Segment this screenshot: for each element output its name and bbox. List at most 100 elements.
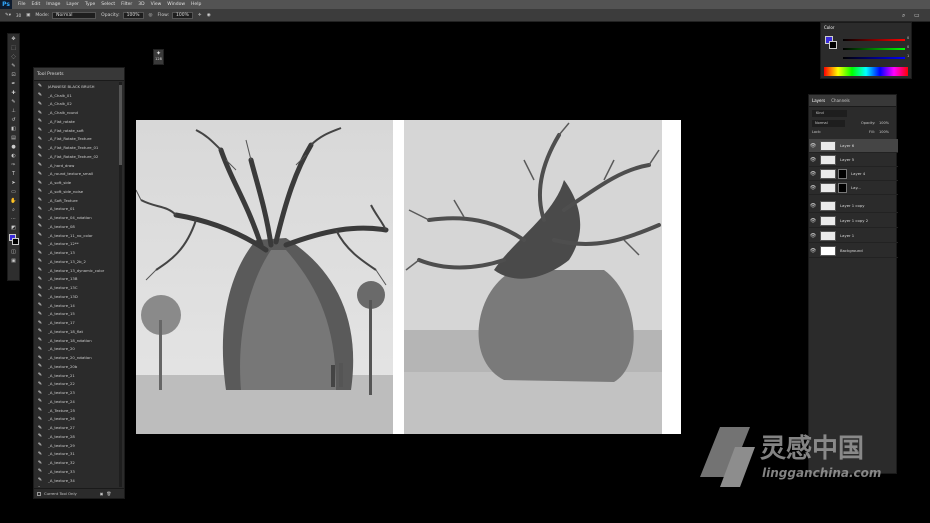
workspace-icon[interactable]: ▭	[914, 12, 920, 19]
tool-preset-item[interactable]: ✎ _A_texture_15	[34, 310, 120, 319]
airbrush-icon[interactable]: ✈	[198, 13, 202, 18]
search-icon[interactable]: ⌕	[902, 12, 905, 20]
gradient-tool-icon[interactable]: ▤	[8, 134, 19, 142]
tool-preset-item[interactable]: ✎ _A_texture_20b	[34, 362, 120, 371]
pressure-opacity-icon[interactable]: ◎	[149, 13, 153, 18]
blue-slider[interactable]	[843, 57, 905, 59]
green-slider[interactable]	[843, 48, 905, 50]
pressure-size-icon[interactable]: ◉	[207, 13, 211, 18]
color-swatches[interactable]	[8, 233, 19, 247]
visibility-eye-icon[interactable]: 👁	[809, 218, 817, 224]
tab-channels[interactable]: Channels	[831, 98, 850, 103]
tool-preset-item[interactable]: ✎ _A_soft_side	[34, 178, 120, 187]
tool-preset-item[interactable]: ✎ _A_texture_26	[34, 415, 120, 424]
fill-input[interactable]: 100%	[879, 130, 889, 134]
tool-preset-item[interactable]: ✎ _A_texture_17	[34, 318, 120, 327]
visibility-eye-icon[interactable]: 👁	[809, 248, 817, 254]
layer-mask-thumbnail[interactable]	[838, 182, 847, 193]
menu-image[interactable]: Image	[46, 2, 60, 7]
tool-preset-item[interactable]: ✎ _A_texture_32	[34, 458, 120, 467]
visibility-eye-icon[interactable]: 👁	[809, 143, 817, 149]
opacity-input[interactable]: 100%	[122, 11, 144, 19]
visibility-eye-icon[interactable]: 👁	[809, 171, 817, 177]
tool-preset-item[interactable]: ✎ _A_texture_33	[34, 467, 120, 476]
blur-tool-icon[interactable]: ●	[8, 143, 19, 151]
tool-preset-item[interactable]: ✎ _A_texture_12**	[34, 240, 120, 249]
tool-preset-item[interactable]: ✎ _A_Soft_Texture	[34, 196, 120, 205]
floating-brush-size-panel[interactable]: ✦ 128	[153, 49, 164, 65]
tool-preset-item[interactable]: ✎ _A_texture_13_2b_2	[34, 257, 120, 266]
layer-opacity-input[interactable]: 100%	[879, 121, 889, 125]
tool-preset-item[interactable]: ✎ _A_soft_side_noise	[34, 187, 120, 196]
tool-preset-item[interactable]: ✎ _Art_stamp_2	[34, 485, 120, 487]
clone-stamp-tool-icon[interactable]: ⊥	[8, 107, 19, 115]
quick-select-tool-icon[interactable]: ✎	[8, 62, 19, 70]
menu-help[interactable]: Help	[191, 2, 201, 7]
brush-tool-icon[interactable]: ✎▾	[5, 13, 11, 18]
layer-filter-kind[interactable]: Kind	[812, 110, 847, 117]
tool-preset-item[interactable]: ✎ _A_Chalk_02	[34, 100, 120, 109]
eyedropper-tool-icon[interactable]: ✒	[8, 80, 19, 88]
hand-tool-icon[interactable]: ✋	[8, 197, 19, 205]
red-slider[interactable]	[843, 39, 905, 41]
tool-preset-item[interactable]: ✎ _A_texture_13B	[34, 275, 120, 284]
tool-preset-item[interactable]: ✎ _A_texture_28	[34, 432, 120, 441]
tab-layers[interactable]: Layers	[812, 98, 825, 103]
menu-filter[interactable]: Filter	[121, 2, 132, 7]
tool-preset-item[interactable]: ✎ _A_Texture_25	[34, 406, 120, 415]
shape-tool-icon[interactable]: ▭	[8, 188, 19, 196]
menu-3d[interactable]: 3D	[138, 2, 144, 7]
tool-preset-item[interactable]: ✎ _A_texture_18_flat	[34, 327, 120, 336]
brush-size-picker[interactable]: 30	[16, 13, 21, 18]
pen-tool-icon[interactable]: ✑	[8, 161, 19, 169]
layer-row[interactable]: 👁 Lay...	[809, 181, 898, 195]
blue-value[interactable]: 1	[907, 54, 909, 58]
visibility-eye-icon[interactable]: 👁	[809, 203, 817, 209]
new-preset-icon[interactable]: ▣	[100, 491, 104, 496]
tool-preset-item[interactable]: ✎ _A_texture_13C	[34, 283, 120, 292]
green-value[interactable]: 0	[907, 45, 909, 49]
type-tool-icon[interactable]: T	[8, 170, 19, 178]
menu-view[interactable]: View	[151, 2, 162, 7]
flow-input[interactable]: 100%	[172, 11, 193, 19]
tool-preset-item[interactable]: ✎ _A_texture_24	[34, 397, 120, 406]
tool-preset-item[interactable]: ✎ _A_Chalk_round	[34, 108, 120, 117]
menu-window[interactable]: Window	[167, 2, 185, 7]
tool-preset-item[interactable]: ✎ _A_Chalk_01	[34, 91, 120, 100]
tool-preset-item[interactable]: ✎ _A_texture_08	[34, 222, 120, 231]
screen-mode-icon[interactable]: ▣	[8, 257, 19, 265]
mode-select[interactable]: Normal	[52, 11, 97, 19]
menu-select[interactable]: Select	[101, 2, 115, 7]
delete-preset-icon[interactable]: 🗑	[106, 491, 111, 496]
tool-preset-item[interactable]: ✎ _A_texture_01	[34, 205, 120, 214]
tool-preset-item[interactable]: ✎ _A_hard_draw	[34, 161, 120, 170]
layer-row[interactable]: 👁 Layer 1 copy 2	[809, 214, 898, 228]
tool-preset-item[interactable]: ✎ _A_Flat_Rotate_Texture	[34, 135, 120, 144]
tool-preset-item[interactable]: ✎ _A_Flat_rotate_soft	[34, 126, 120, 135]
tool-preset-item[interactable]: ✎ _A_texture_11_no_color	[34, 231, 120, 240]
layer-row[interactable]: 👁 Layer 1	[809, 229, 898, 243]
tool-presets-scrollbar[interactable]	[119, 82, 122, 487]
brush-tool-icon[interactable]: ✎	[8, 98, 19, 106]
eraser-tool-icon[interactable]: ◧	[8, 125, 19, 133]
layer-mask-thumbnail[interactable]	[838, 168, 847, 179]
tool-preset-item[interactable]: ✎ _A_texture_13_dynamic_color	[34, 266, 120, 275]
tool-preset-item[interactable]: ✎ JAPANESE BLACK BRUSH	[34, 82, 120, 91]
history-brush-tool-icon[interactable]: ↺	[8, 116, 19, 124]
brush-settings-icon[interactable]: ▣	[26, 13, 30, 18]
tool-preset-item[interactable]: ✎ _A_texture_20_rotation	[34, 353, 120, 362]
color-spectrum[interactable]	[824, 67, 908, 76]
move-tool-icon[interactable]: ✥	[8, 35, 19, 43]
menu-type[interactable]: Type	[85, 2, 95, 7]
marquee-tool-icon[interactable]: ⬚	[8, 44, 19, 52]
menu-file[interactable]: File	[18, 2, 26, 7]
blend-mode-select[interactable]: Normal	[812, 120, 845, 127]
tool-preset-item[interactable]: ✎ _A_texture_27	[34, 423, 120, 432]
lasso-tool-icon[interactable]: ◌	[8, 53, 19, 61]
current-tool-only-checkbox[interactable]	[37, 491, 41, 496]
dodge-tool-icon[interactable]: ◐	[8, 152, 19, 160]
tool-preset-item[interactable]: ✎ _A_texture_23	[34, 388, 120, 397]
red-value[interactable]: 0	[907, 36, 909, 40]
layer-row[interactable]: 👁 Layer 1 copy	[809, 199, 898, 213]
tool-preset-item[interactable]: ✎ _A_Flat_Rotate_Texture_01	[34, 143, 120, 152]
